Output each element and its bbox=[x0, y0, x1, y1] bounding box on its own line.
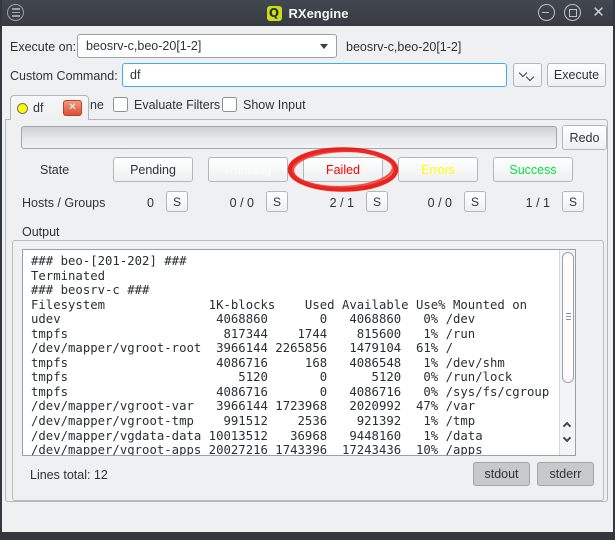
state-failed-button[interactable]: Failed bbox=[303, 157, 383, 182]
window-title-group: Q RXengine bbox=[267, 6, 349, 21]
app-icon: Q bbox=[267, 6, 282, 21]
command-history-button[interactable] bbox=[513, 63, 542, 87]
select-success-button[interactable]: S bbox=[562, 191, 584, 212]
window-title: RXengine bbox=[289, 6, 349, 21]
select-running-button[interactable]: S bbox=[266, 191, 288, 212]
custom-command-label: Custom Command: bbox=[10, 69, 118, 83]
show-input-checkbox[interactable] bbox=[222, 97, 237, 112]
state-label: State bbox=[40, 163, 69, 177]
hosts-groups-label: Hosts / Groups bbox=[22, 196, 105, 210]
lines-total-label: Lines total: 12 bbox=[30, 468, 108, 482]
stderr-toggle-button[interactable]: stderr bbox=[537, 462, 594, 486]
state-errors-button[interactable]: Errors bbox=[398, 157, 478, 182]
select-pending-button[interactable]: S bbox=[166, 191, 188, 212]
pending-count: 0 bbox=[98, 196, 154, 210]
success-count: 1 / 1 bbox=[494, 196, 550, 210]
show-input-label: Show Input bbox=[243, 98, 306, 112]
state-pending-button[interactable]: Pending bbox=[113, 157, 193, 182]
output-scroll-area[interactable]: ### beo-[201-202] ### Terminated ### beo… bbox=[22, 249, 576, 456]
running-count: 0 / 0 bbox=[198, 196, 254, 210]
execute-on-value: beosrv-c,beo-20[1-2] bbox=[86, 39, 201, 53]
select-errors-button[interactable]: S bbox=[464, 191, 486, 212]
chevron-down-icon bbox=[320, 44, 328, 49]
scroll-down-icon[interactable] bbox=[564, 437, 571, 444]
output-scrollbar[interactable] bbox=[559, 250, 575, 455]
evaluate-filters-checkbox[interactable] bbox=[113, 97, 128, 112]
execute-on-label: Execute on: bbox=[10, 40, 76, 54]
redo-button[interactable]: Redo bbox=[562, 125, 607, 150]
scroll-up-icon[interactable] bbox=[564, 422, 571, 429]
minimize-button[interactable] bbox=[538, 4, 555, 21]
titlebar: Q RXengine ✕ bbox=[0, 0, 615, 26]
output-label: Output bbox=[22, 225, 60, 239]
state-success-button[interactable]: Success bbox=[493, 157, 573, 182]
tab-title: df bbox=[33, 101, 43, 115]
scrollbar-thumb[interactable] bbox=[562, 252, 574, 383]
app-window: Q RXengine ✕ Execute on: beosrv-c,beo-20… bbox=[0, 0, 615, 540]
execute-on-echo: beosrv-c,beo-20[1-2] bbox=[346, 40, 461, 54]
failed-count: 2 / 1 bbox=[298, 196, 354, 210]
maximize-button[interactable] bbox=[564, 4, 581, 21]
execute-on-combobox[interactable]: beosrv-c,beo-20[1-2] bbox=[77, 34, 337, 58]
window-menu-icon[interactable] bbox=[7, 4, 24, 21]
errors-count: 0 / 0 bbox=[396, 196, 452, 210]
select-failed-button[interactable]: S bbox=[366, 191, 388, 212]
execute-button[interactable]: Execute bbox=[547, 63, 606, 87]
tab-status-icon bbox=[17, 103, 28, 114]
tab-close-icon[interactable]: ✕ bbox=[63, 100, 82, 116]
stdout-toggle-button[interactable]: stdout bbox=[473, 462, 530, 486]
output-text: ### beo-[201-202] ### Terminated ### beo… bbox=[23, 250, 559, 455]
progress-bar bbox=[21, 126, 557, 149]
evaluate-filters-label: Evaluate Filters bbox=[134, 98, 220, 112]
tab-df[interactable]: df ✕ bbox=[10, 95, 89, 120]
close-button[interactable]: ✕ bbox=[590, 4, 607, 21]
state-running-button[interactable]: Running bbox=[208, 157, 288, 182]
custom-command-input[interactable] bbox=[122, 63, 507, 87]
